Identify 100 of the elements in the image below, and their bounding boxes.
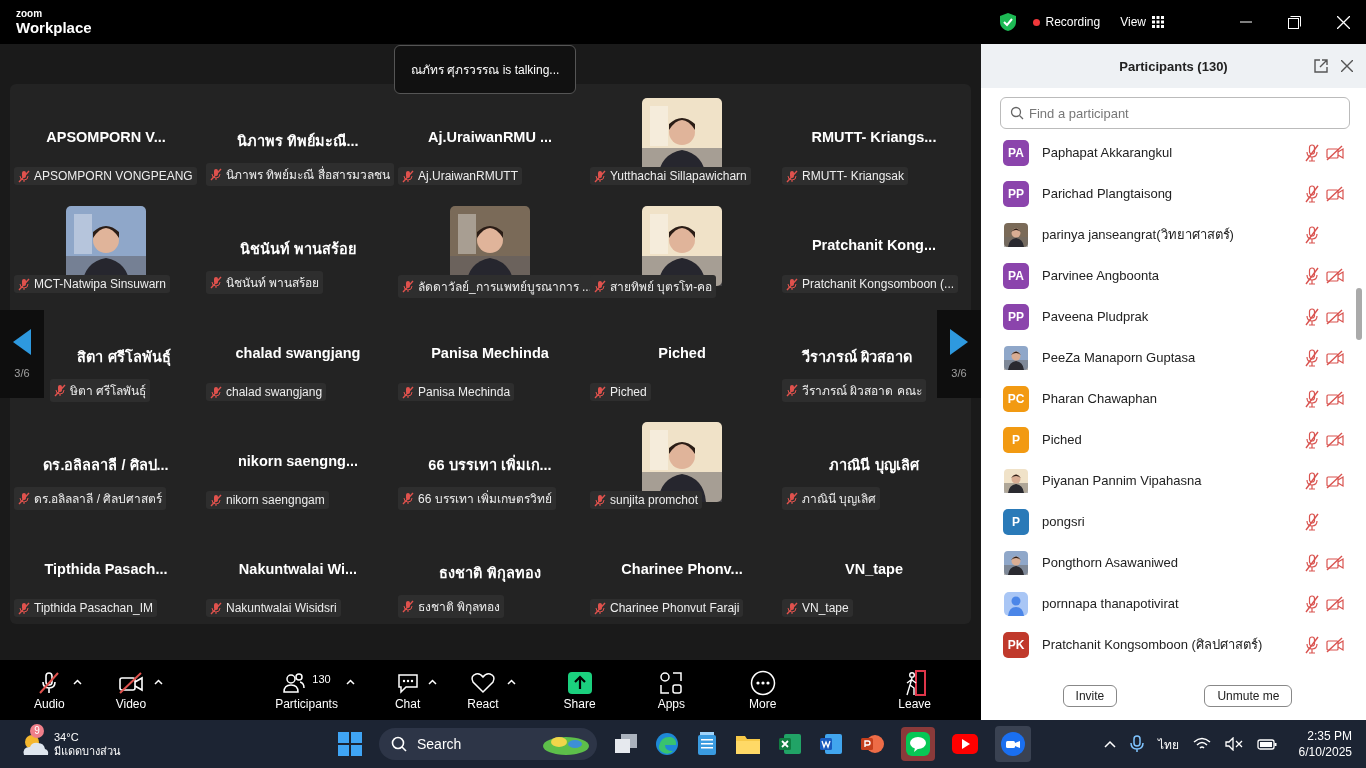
toolbar-button[interactable]: Leave xyxy=(898,669,932,711)
participant-name: Piched xyxy=(658,345,706,361)
muted-mic-icon xyxy=(1304,635,1320,654)
language-indicator[interactable]: ไทย xyxy=(1157,734,1179,754)
muted-mic-icon xyxy=(786,169,798,183)
muted-mic-icon xyxy=(210,601,222,615)
participant-name: APSOMPORN V... xyxy=(46,129,166,145)
avatar: PA xyxy=(1003,262,1029,289)
panel-button[interactable]: Unmute me xyxy=(1204,685,1293,707)
muted-mic-icon xyxy=(54,384,66,397)
muted-mic-icon xyxy=(210,168,222,181)
caret-icon[interactable] xyxy=(72,679,82,685)
name-label: nikorn saengngam xyxy=(206,491,329,509)
muted-mic-icon xyxy=(402,385,414,399)
name-label: APSOMPORN VONGPEANG xyxy=(14,167,197,185)
avatar: PA xyxy=(1003,139,1029,166)
taskbar-search[interactable]: Search xyxy=(379,728,597,760)
participant-name: Tipthida Pasach... xyxy=(44,561,168,577)
search-icon xyxy=(1010,106,1024,120)
toolbar-button[interactable]: Chat xyxy=(394,669,421,711)
temperature-text: 34°C xyxy=(54,729,80,744)
toolbar-button[interactable]: More xyxy=(749,669,777,711)
caret-icon[interactable] xyxy=(506,679,516,685)
muted-mic-icon xyxy=(1304,184,1320,203)
toolbar-button[interactable]: Audio xyxy=(34,669,65,711)
video-app-icon[interactable] xyxy=(952,734,978,754)
presentation-icon[interactable] xyxy=(860,732,884,756)
task-view-icon[interactable] xyxy=(614,733,638,755)
participant-name: Paphapat Akkarangkul xyxy=(1042,145,1174,160)
participant-name: ภาณินี บุญเลิศ xyxy=(829,456,919,476)
spreadsheet-icon[interactable] xyxy=(778,732,802,756)
mute-speaker-icon[interactable] xyxy=(1224,737,1243,751)
name-label: MCT-Natwipa Sinsuwarn xyxy=(14,275,171,293)
document-icon[interactable] xyxy=(819,732,843,756)
caret-icon[interactable] xyxy=(345,679,355,685)
recording-indicator[interactable]: Recording xyxy=(1032,15,1101,29)
muted-mic-icon xyxy=(1304,594,1320,613)
toolbar-button[interactable]: 130 Participants xyxy=(275,669,338,711)
logo-text: Workplace xyxy=(16,20,92,35)
muted-mic-icon xyxy=(594,385,606,399)
clock-time[interactable]: 2:35 PM xyxy=(1307,727,1352,744)
name-label: ภาณินี บุญเลิศ xyxy=(782,487,881,510)
chat-app-icon[interactable] xyxy=(901,727,935,761)
view-button[interactable]: View xyxy=(1120,15,1164,29)
participant-name: parinya janseangrat(วิทยาศาสตร์) xyxy=(1042,226,1235,244)
name-label: Tipthida Pasachan_IM xyxy=(14,599,157,617)
toolbar-button[interactable]: Video xyxy=(115,669,147,711)
clock-date[interactable]: 6/10/2025 xyxy=(1298,744,1352,761)
caret-icon[interactable] xyxy=(154,679,164,685)
panel-title: Participants (130) xyxy=(1119,58,1228,74)
muted-mic-icon xyxy=(402,600,414,613)
scrollbar[interactable] xyxy=(1356,288,1362,340)
battery-icon[interactable] xyxy=(1256,737,1277,751)
participant-name: ธงชาติ พิกุลทอง xyxy=(439,564,541,584)
wifi-icon[interactable] xyxy=(1192,737,1211,751)
folder-icon[interactable] xyxy=(735,733,761,755)
muted-mic-icon xyxy=(1304,266,1320,285)
participant-name: pornnapa thanapotivirat xyxy=(1042,596,1180,611)
name-label: ดร.อลิลลาลี / ศิลปศาสตร์ xyxy=(14,487,167,510)
grid-icon xyxy=(1152,16,1164,28)
restore-icon[interactable] xyxy=(1288,15,1301,29)
caret-icon[interactable] xyxy=(428,679,438,685)
muted-mic-icon xyxy=(594,280,606,293)
name-label: Panisa Mechinda xyxy=(398,383,515,401)
toolbar-button[interactable]: React xyxy=(467,669,499,711)
close-icon[interactable] xyxy=(1341,60,1353,72)
toolbar-button[interactable]: Share xyxy=(563,669,596,711)
participant-name: Piched xyxy=(1042,432,1083,447)
avatar: P xyxy=(1003,508,1029,535)
muted-mic-icon xyxy=(594,601,606,615)
start-icon[interactable] xyxy=(338,732,362,756)
browser-icon[interactable] xyxy=(655,732,679,756)
shield-icon[interactable] xyxy=(998,12,1017,32)
name-label: 66 บรรเทา เพิ่มเกษตรวิทย์ xyxy=(398,487,556,510)
name-label: Charinee Phonvut Faraji xyxy=(590,599,744,617)
muted-mic-icon xyxy=(1304,307,1320,326)
chevron-up-icon[interactable] xyxy=(1103,740,1116,748)
pop-out-icon[interactable] xyxy=(1314,59,1328,73)
muted-mic-icon xyxy=(786,492,798,505)
previous-page-button[interactable]: 3/6 xyxy=(0,310,44,398)
participant-name: นิชนันท์ พานสร้อย xyxy=(240,239,356,259)
microphone-icon[interactable] xyxy=(1129,735,1144,753)
notepad-icon[interactable] xyxy=(696,732,718,756)
name-label: นิภาพร ทิพย์มะณี สื่อสารมวลชน xyxy=(206,163,394,186)
arrow-left-icon xyxy=(13,329,31,355)
participant-name: Charinee Phonv... xyxy=(621,561,743,577)
search-field[interactable]: Find a participant xyxy=(1000,97,1350,129)
user-avatar-icon xyxy=(1004,591,1028,616)
toolbar-button[interactable]: Apps xyxy=(657,669,685,711)
next-page-button[interactable]: 3/6 xyxy=(937,310,981,398)
name-label: sunjita promchot xyxy=(590,491,703,509)
participant-name: nikorn saengng... xyxy=(237,453,358,469)
muted-mic-icon xyxy=(1304,225,1320,244)
notification-badge: 9 xyxy=(30,723,44,738)
participant-name: Nakuntwalai Wi... xyxy=(238,561,358,577)
participant-name: วีราภรณ์ ผิวสอาด xyxy=(802,347,912,367)
avatar: PP xyxy=(1003,303,1029,330)
name-label: วีราภรณ์ ผิวสอาด คณะ xyxy=(782,379,926,402)
meeting-app-icon[interactable] xyxy=(995,726,1031,762)
panel-button[interactable]: Invite xyxy=(1062,685,1118,707)
